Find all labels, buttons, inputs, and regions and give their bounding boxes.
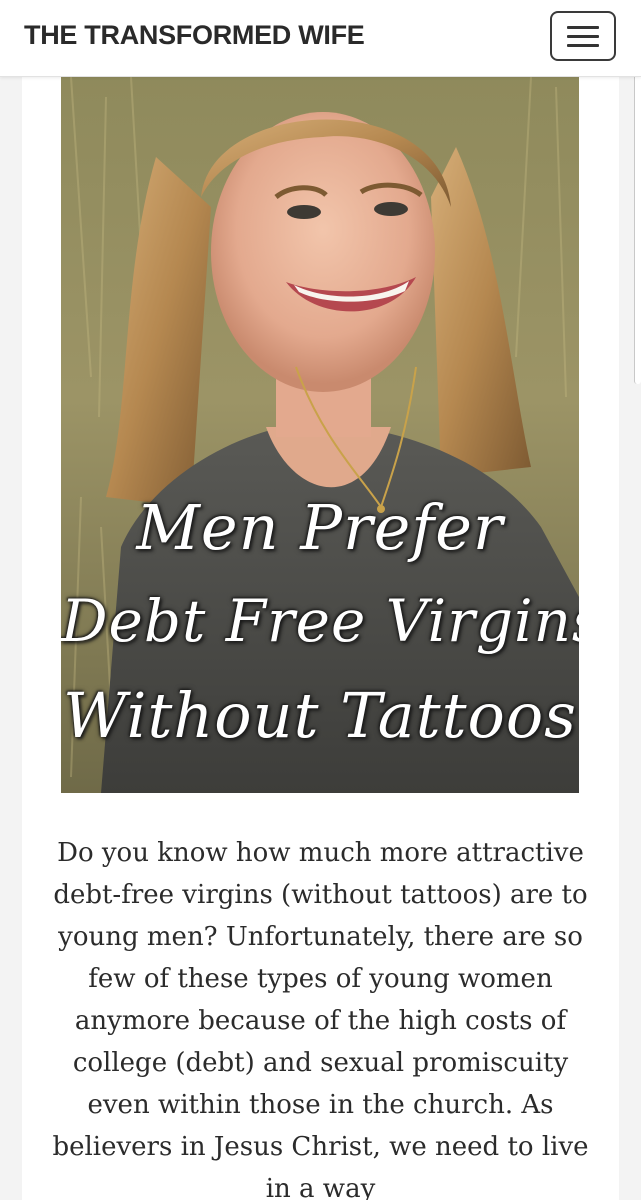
caption-line-2: Debt Free Virgins [61,587,579,655]
caption-line-3: Without Tattoos [63,679,577,752]
site-title[interactable]: THE TRANSFORMED WIFE [24,20,365,51]
menu-button[interactable] [550,11,616,61]
caption-line-1: Men Prefer [136,491,504,564]
page-scrollbar[interactable] [634,48,641,384]
post-intro-paragraph: Do you know how much more attractive deb… [52,838,589,1200]
featured-image: Men Prefer Debt Free Virgins Without Tat… [61,77,579,793]
site-header: THE TRANSFORMED WIFE [0,0,641,77]
